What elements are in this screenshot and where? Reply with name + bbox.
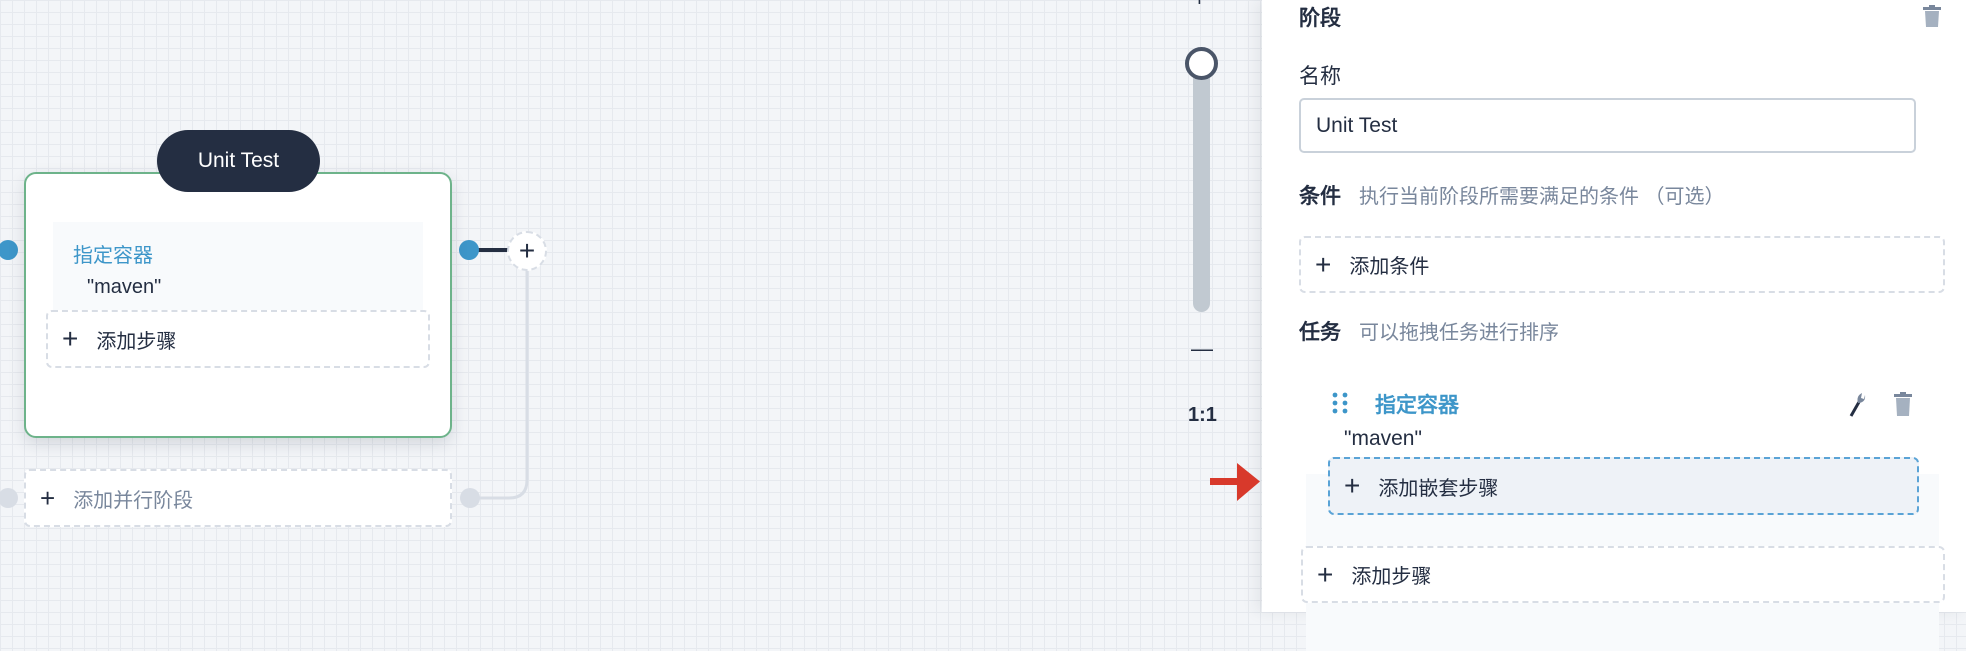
task-label: 任务 可以拖拽任务进行排序 (1299, 321, 1559, 344)
zoom-in-button[interactable]: + (1193, 0, 1206, 12)
step-title: 指定容器 (73, 245, 153, 267)
plus-icon: + (1344, 470, 1361, 501)
delete-stage-icon[interactable] (1923, 5, 1941, 27)
condition-hint: 执行当前阶段所需要满足的条件 （可选） (1359, 186, 1725, 208)
delete-task-icon[interactable] (1894, 392, 1912, 416)
wrench-icon[interactable] (1848, 392, 1866, 418)
task-title: 指定容器 (1375, 394, 1459, 417)
step-value: "maven" (87, 276, 162, 298)
name-label: 名称 (1299, 65, 1341, 88)
add-stage-button[interactable]: + (507, 231, 547, 271)
add-condition-button[interactable]: + 添加条件 (1299, 236, 1945, 293)
add-step-panel-label: 添加步骤 (1351, 566, 1432, 588)
zoom-reset-button[interactable]: 1:1 (1188, 404, 1217, 427)
add-step-panel-button[interactable]: + 添加步骤 (1301, 546, 1945, 603)
stage-output-dot[interactable] (459, 240, 479, 260)
condition-label: 条件 执行当前阶段所需要满足的条件 （可选） (1299, 185, 1725, 208)
stage-step[interactable]: 指定容器 "maven" (53, 222, 423, 313)
add-parallel-label: 添加并行阶段 (73, 489, 194, 512)
parallel-output-dot (460, 488, 480, 508)
plus-icon: + (40, 483, 56, 513)
red-arrow-annotation (1210, 463, 1260, 501)
zoom-slider-track[interactable] (1193, 60, 1210, 312)
add-step-label: 添加步骤 (96, 330, 177, 353)
drag-handle-icon[interactable] (1332, 392, 1348, 414)
panel-title: 阶段 (1299, 7, 1341, 30)
add-condition-label: 添加条件 (1349, 256, 1430, 278)
stage-name-input[interactable] (1299, 98, 1916, 153)
plus-icon: + (62, 323, 79, 354)
stage-name-pill[interactable]: Unit Test (157, 130, 320, 192)
add-nested-label: 添加嵌套步骤 (1378, 477, 1499, 500)
zoom-out-button[interactable]: — (1191, 336, 1213, 362)
plus-icon: + (518, 235, 536, 266)
add-step-button[interactable]: + 添加步骤 (46, 310, 430, 368)
task-value: "maven" (1344, 427, 1422, 450)
task-hint: 可以拖拽任务进行排序 (1359, 322, 1559, 344)
zoom-slider-handle[interactable] (1185, 47, 1218, 80)
add-parallel-stage-button[interactable]: + 添加并行阶段 (24, 469, 452, 527)
plus-icon: + (1317, 558, 1334, 590)
plus-icon: + (1315, 248, 1332, 280)
add-nested-step-button[interactable]: + 添加嵌套步骤 (1328, 457, 1919, 515)
